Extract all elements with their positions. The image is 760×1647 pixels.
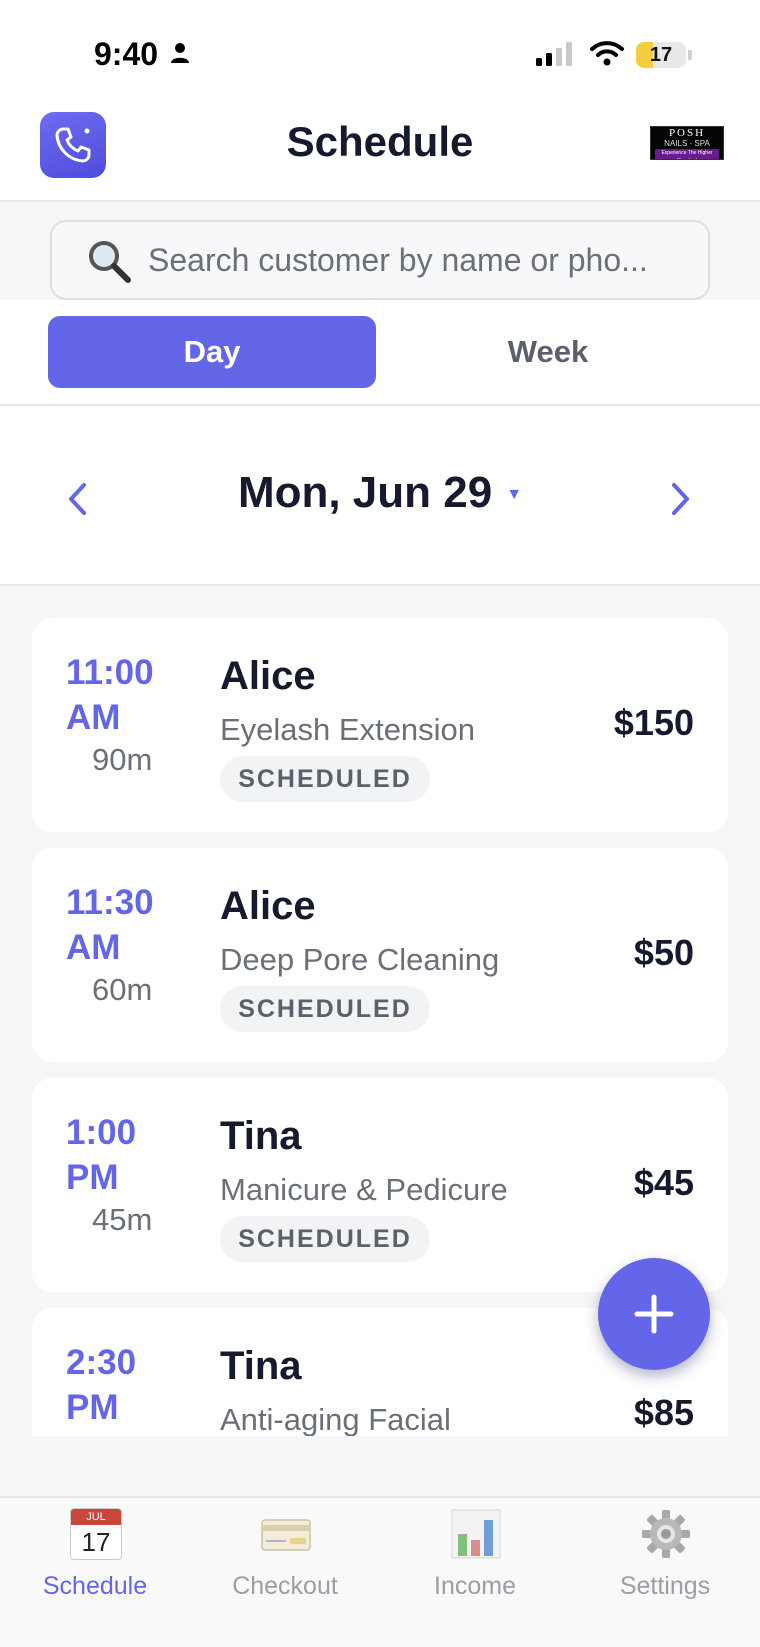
logo-line-3: Experience The Higher Standard (655, 149, 719, 159)
battery-icon: 17 (636, 42, 692, 68)
appointment-time: 1:00 PM (66, 1110, 196, 1200)
search-section (0, 202, 760, 300)
customer-name: Tina (220, 1344, 302, 1388)
appointment-price: $45 (633, 1162, 694, 1203)
tab-schedule-label: Schedule (42, 1572, 148, 1600)
date-navigator: Mon, Jun 29 ▼ (0, 406, 760, 586)
appointment-time: 11:30 AM (66, 880, 196, 970)
tab-week[interactable]: Week (384, 316, 712, 388)
logo-line-2: NAILS · SPA (664, 139, 710, 148)
cellular-signal-icon (536, 42, 572, 66)
appointment-duration: 90m (92, 742, 153, 777)
tab-income-label: Income (434, 1572, 516, 1600)
appointment-time-ampm: AM (66, 928, 121, 967)
battery-level: 17 (649, 44, 673, 66)
next-day-chevron-icon[interactable] (670, 482, 692, 516)
customer-name: Tina (220, 1114, 302, 1158)
gear-icon (642, 1510, 690, 1558)
appointment-duration: 60m (92, 972, 153, 1007)
status-badge: SCHEDULED (220, 756, 430, 802)
search-input[interactable] (148, 222, 688, 298)
credit-card-icon (261, 1519, 311, 1551)
app-header: Schedule POSH NAILS · SPA Experience The… (0, 100, 760, 202)
view-toggle: Day Week (0, 300, 760, 406)
appointment-card[interactable]: 11:00 AM 90m Alice Eyelash Extension SCH… (32, 618, 728, 832)
wifi-icon (590, 41, 624, 66)
tab-checkout-label: Checkout (232, 1572, 338, 1600)
appointment-time-hm: 11:00 (66, 653, 154, 692)
status-time: 9:40 (94, 36, 159, 72)
brand-logo[interactable]: POSH NAILS · SPA Experience The Higher S… (650, 126, 724, 160)
appointment-card[interactable]: 1:00 PM 45m Tina Manicure & Pedicure SCH… (32, 1078, 728, 1292)
current-date: Mon, Jun 29 (237, 468, 493, 517)
status-bar: 9:40 17 (0, 0, 760, 100)
appointment-card[interactable]: 11:30 AM 60m Alice Deep Pore Cleaning SC… (32, 848, 728, 1062)
appointment-time-ampm: PM (66, 1388, 119, 1427)
appointment-time-hm: 2:30 (66, 1343, 137, 1382)
calendar-month: JUL (71, 1509, 121, 1525)
status-badge: SCHEDULED (220, 1216, 430, 1262)
service-name: Deep Pore Cleaning (220, 942, 500, 977)
tab-income[interactable]: Income (380, 1506, 570, 1606)
person-icon (171, 43, 189, 63)
page-title: Schedule (286, 118, 474, 165)
bottom-tab-bar: JUL 17 Schedule Checkout Income Settings (0, 1496, 760, 1647)
plus-icon (634, 1294, 674, 1334)
appointment-time-ampm: PM (66, 1158, 119, 1197)
service-name: Anti-aging Facial (220, 1402, 451, 1436)
appointment-time-hm: 11:30 (66, 883, 154, 922)
appointment-price: $50 (633, 932, 694, 973)
appointment-price: $85 (633, 1392, 694, 1433)
search-icon (89, 241, 131, 283)
appointment-time: 11:00 AM (66, 650, 196, 740)
service-name: Manicure & Pedicure (220, 1172, 508, 1207)
customer-name: Alice (220, 884, 316, 928)
service-name: Eyelash Extension (220, 712, 476, 747)
caret-down-icon: ▼ (506, 486, 523, 504)
date-picker[interactable]: Mon, Jun 29 ▼ (0, 468, 760, 518)
search-box[interactable] (50, 220, 710, 300)
logo-line-1: POSH (668, 127, 706, 139)
bar-chart-icon (451, 1509, 501, 1559)
tab-checkout[interactable]: Checkout (190, 1506, 380, 1606)
calendar-day: 17 (81, 1527, 111, 1557)
appointment-time-hm: 1:00 (66, 1113, 137, 1152)
appointment-price: $150 (613, 702, 694, 743)
add-appointment-button[interactable] (598, 1258, 710, 1370)
appointment-time-ampm: AM (66, 698, 121, 737)
tab-settings[interactable]: Settings (570, 1506, 760, 1606)
tab-day[interactable]: Day (48, 316, 376, 388)
calendar-icon: JUL 17 (70, 1508, 122, 1560)
status-badge: SCHEDULED (220, 986, 430, 1032)
customer-name: Alice (220, 654, 316, 698)
tab-schedule[interactable]: JUL 17 Schedule (0, 1506, 190, 1606)
tab-settings-label: Settings (619, 1572, 711, 1600)
appointment-duration: 45m (92, 1202, 153, 1237)
appointment-time: 2:30 PM (66, 1340, 196, 1430)
